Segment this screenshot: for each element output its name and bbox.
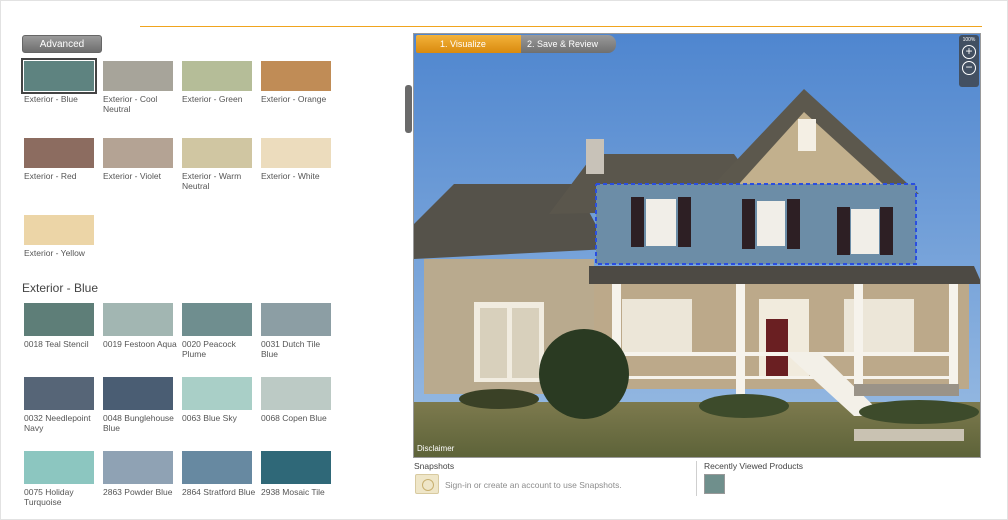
- product-color-chip[interactable]: [103, 377, 173, 410]
- category-swatch-grid: Exterior - Blue Exterior - Cool Neutral Ex…: [21, 58, 340, 283]
- product-color-chip[interactable]: [182, 303, 252, 336]
- category-color-chip[interactable]: [103, 138, 173, 168]
- product-color-chip[interactable]: [182, 451, 252, 484]
- snapshots-title: Snapshots: [414, 461, 455, 471]
- category-swatch-item[interactable]: Exterior - Blue: [21, 58, 103, 129]
- disclaimer-link[interactable]: Disclaimer: [417, 444, 454, 453]
- product-color-chip[interactable]: [261, 377, 331, 410]
- product-swatch-item[interactable]: 0018 Teal Stencil: [24, 303, 103, 369]
- recently-viewed-swatch[interactable]: [704, 474, 725, 494]
- product-swatch-label[interactable]: 2864 Stratford Blue: [182, 487, 258, 497]
- scrollbar-thumb[interactable]: [405, 85, 412, 133]
- product-color-chip[interactable]: [261, 451, 331, 484]
- product-swatch-item[interactable]: 0019 Festoon Aqua: [103, 303, 182, 369]
- product-color-chip[interactable]: [24, 377, 94, 410]
- header-accent-line: [140, 26, 982, 27]
- category-swatch-label[interactable]: Exterior - Warm Neutral: [182, 171, 258, 191]
- category-color-chip[interactable]: [182, 138, 252, 168]
- advanced-button[interactable]: Advanced: [22, 35, 102, 53]
- visualizer-panel: 1. Visualize 2. Save & Review 100% + − D…: [413, 33, 981, 458]
- category-swatch-label[interactable]: Exterior - Orange: [261, 94, 337, 104]
- product-swatch-label[interactable]: 0019 Festoon Aqua: [103, 339, 179, 349]
- camera-icon[interactable]: [415, 474, 439, 494]
- product-swatch-label[interactable]: 0063 Blue Sky: [182, 413, 258, 423]
- zoom-in-icon[interactable]: +: [962, 45, 976, 59]
- category-swatch-item[interactable]: Exterior - White: [261, 138, 340, 206]
- product-swatch-item[interactable]: 2864 Stratford Blue: [182, 451, 261, 517]
- zoom-out-icon[interactable]: −: [962, 61, 976, 75]
- category-color-chip[interactable]: [24, 215, 94, 245]
- product-color-chip[interactable]: [24, 451, 94, 484]
- product-color-chip[interactable]: [103, 303, 173, 336]
- product-swatch-item[interactable]: 2863 Powder Blue: [103, 451, 182, 517]
- category-swatch-item[interactable]: Exterior - Violet: [103, 138, 182, 206]
- product-swatch-item[interactable]: 0048 Bunglehouse Blue: [103, 377, 182, 443]
- product-color-chip[interactable]: [182, 377, 252, 410]
- category-color-chip[interactable]: [21, 58, 97, 94]
- product-swatch-label[interactable]: 0075 Holiday Turquoise: [24, 487, 100, 507]
- product-color-chip[interactable]: [103, 451, 173, 484]
- product-swatch-label[interactable]: 0048 Bunglehouse Blue: [103, 413, 179, 433]
- category-swatch-item[interactable]: Exterior - Warm Neutral: [182, 138, 261, 206]
- zoom-control: 100% + −: [959, 35, 979, 87]
- category-swatch-label[interactable]: Exterior - Cool Neutral: [103, 94, 179, 114]
- product-swatch-label[interactable]: 0032 Needlepoint Navy: [24, 413, 100, 433]
- category-color-chip[interactable]: [103, 61, 173, 91]
- category-swatch-label[interactable]: Exterior - White: [261, 171, 337, 181]
- zoom-percent: 100%: [962, 37, 976, 43]
- product-swatch-item[interactable]: 0020 Peacock Plume: [182, 303, 261, 369]
- product-color-chip[interactable]: [24, 303, 94, 336]
- category-swatch-item[interactable]: Exterior - Red: [24, 138, 103, 206]
- product-swatch-item[interactable]: 0063 Blue Sky: [182, 377, 261, 443]
- product-swatch-item[interactable]: 0032 Needlepoint Navy: [24, 377, 103, 443]
- category-swatch-item[interactable]: Exterior - Cool Neutral: [103, 61, 182, 129]
- section-title: Exterior - Blue: [22, 281, 99, 295]
- step-tabs: 1. Visualize 2. Save & Review: [416, 35, 616, 53]
- category-swatch-label[interactable]: Exterior - Red: [24, 171, 100, 181]
- product-swatch-label[interactable]: 2863 Powder Blue: [103, 487, 179, 497]
- category-swatch-item[interactable]: Exterior - Green: [182, 61, 261, 129]
- category-swatch-label[interactable]: Exterior - Green: [182, 94, 258, 104]
- product-swatch-label[interactable]: 0031 Dutch Tile Blue: [261, 339, 337, 359]
- house-photo[interactable]: [414, 34, 981, 458]
- product-swatch-grid: 0018 Teal Stencil 0019 Festoon Aqua 0020 P…: [24, 303, 340, 517]
- category-color-chip[interactable]: [24, 138, 94, 168]
- product-swatch-item[interactable]: 0068 Copen Blue: [261, 377, 340, 443]
- product-swatch-item[interactable]: 2938 Mosaic Tile: [261, 451, 340, 517]
- divider: [696, 461, 697, 496]
- product-swatch-label[interactable]: 2938 Mosaic Tile: [261, 487, 337, 497]
- category-color-chip[interactable]: [261, 138, 331, 168]
- category-swatch-label[interactable]: Exterior - Blue: [24, 94, 100, 104]
- product-color-chip[interactable]: [261, 303, 331, 336]
- category-swatch-label[interactable]: Exterior - Violet: [103, 171, 179, 181]
- product-swatch-item[interactable]: 0031 Dutch Tile Blue: [261, 303, 340, 369]
- category-color-chip[interactable]: [261, 61, 331, 91]
- product-swatch-label[interactable]: 0018 Teal Stencil: [24, 339, 100, 349]
- category-color-chip[interactable]: [182, 61, 252, 91]
- product-swatch-item[interactable]: 0075 Holiday Turquoise: [24, 451, 103, 517]
- tab-save-review[interactable]: 2. Save & Review: [521, 35, 616, 53]
- product-swatch-label[interactable]: 0068 Copen Blue: [261, 413, 337, 423]
- recently-viewed-title: Recently Viewed Products: [704, 461, 804, 471]
- category-swatch-label[interactable]: Exterior - Yellow: [24, 248, 100, 258]
- snapshots-signin-text[interactable]: Sign-in or create an account to use Snap…: [445, 480, 622, 490]
- category-swatch-item[interactable]: Exterior - Orange: [261, 61, 340, 129]
- tab-visualize[interactable]: 1. Visualize: [416, 35, 521, 53]
- product-swatch-label[interactable]: 0020 Peacock Plume: [182, 339, 258, 359]
- category-swatch-item[interactable]: Exterior - Yellow: [24, 215, 103, 283]
